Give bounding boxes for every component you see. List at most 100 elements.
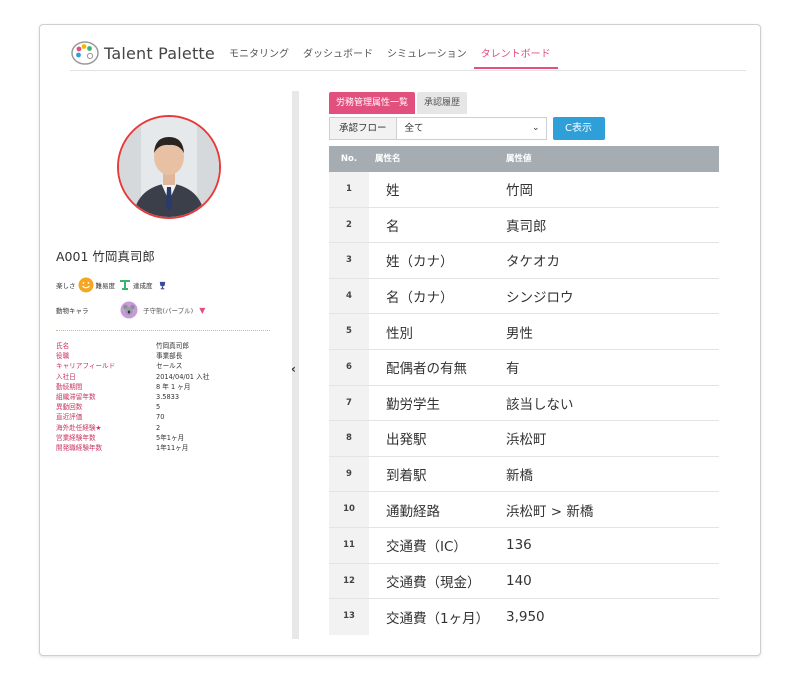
table-row: 10 通勤経路 浜松町 > 新橋 <box>329 492 719 528</box>
row-value: 竹岡 <box>506 183 533 200</box>
row-value: 新橋 <box>506 468 533 485</box>
row-value: 浜松町 <box>506 432 547 449</box>
row-name: 通勤経路 <box>386 503 440 520</box>
row-value: 3,950 <box>506 608 545 625</box>
info-key: 直近評価 <box>56 413 83 422</box>
avatar <box>117 115 221 219</box>
row-no: 3 <box>329 243 369 278</box>
info-row: 海外赴任経験★ 2 <box>56 423 276 433</box>
header-value: 属性値 <box>506 154 532 164</box>
attribute-panel: 労務管理属性一覧 承認履歴 承認フロー 全て ⌄ C表示 No. 属性名 属性値… <box>329 92 721 635</box>
info-value: 2014/04/01 入社 <box>156 372 210 381</box>
row-no: 9 <box>329 456 369 492</box>
row-value: タケオカ <box>506 254 560 271</box>
info-value: 1年11ヶ月 <box>156 443 189 452</box>
row-value: 真司郎 <box>506 218 547 235</box>
info-key: キャリアフィールド <box>56 362 116 371</box>
table-row: 13 交通費（1ヶ月） 3,950 <box>329 599 719 635</box>
profile-info-list: 氏名 竹岡真司郎 役職 事業部長 キャリアフィールド セールス 入社日 2014/04/… <box>56 341 276 453</box>
person-photo-icon <box>119 117 219 217</box>
info-row: キャリアフィールド セールス <box>56 361 276 371</box>
row-no: 4 <box>329 278 369 314</box>
table-row: 12 交通費（現金） 140 <box>329 563 719 600</box>
info-key: 営業経験年数 <box>56 433 96 442</box>
approval-filter: 承認フロー 全て ⌄ C表示 <box>329 117 721 140</box>
info-row: 役職 事業部長 <box>56 351 276 361</box>
attribute-table: No. 属性名 属性値 1 姓 竹岡 2 名 真司郎 3 姓（カナ） タケオカ 4 名（カナ）… <box>329 146 719 635</box>
info-key: 役職 <box>56 352 70 361</box>
info-value: 3.5833 <box>156 392 180 401</box>
filter-label: 承認フロー <box>329 117 397 140</box>
header-no: No. <box>340 154 358 164</box>
row-name: 交通費（現金） <box>386 574 481 591</box>
row-value: 有 <box>506 361 520 378</box>
row-name: 勤労学生 <box>386 396 440 413</box>
info-key: 組織滞留年数 <box>56 392 96 401</box>
info-value: 5年1ヶ月 <box>156 433 185 442</box>
row-name: 名 <box>386 218 400 235</box>
row-no: 1 <box>329 172 369 207</box>
row-value: 該当しない <box>506 396 574 413</box>
nav-talent-board[interactable]: タレントボード <box>473 45 558 69</box>
info-key: 勤続期間 <box>56 382 83 391</box>
logo[interactable]: Talent Palette <box>70 39 215 67</box>
info-value: セールス <box>156 362 183 371</box>
row-no: 13 <box>329 599 369 635</box>
row-name: 配偶者の有無 <box>386 361 467 378</box>
info-value: 70 <box>156 413 165 422</box>
info-row: 氏名 竹岡真司郎 <box>56 341 276 351</box>
difficulty-label: 難易度 <box>95 282 116 290</box>
tab-attribute-list[interactable]: 労務管理属性一覧 <box>329 92 416 114</box>
koala-icon <box>120 301 138 319</box>
row-no: 8 <box>329 421 369 456</box>
info-row: 営業経験年数 5年1ヶ月 <box>56 433 276 443</box>
main-nav: モニタリング ダッシュボード シミュレーション タレントボード <box>222 45 558 69</box>
row-no: 11 <box>329 527 369 563</box>
row-value: 140 <box>506 572 532 589</box>
tab-approval-history[interactable]: 承認履歴 <box>417 92 468 114</box>
app-window: Talent Palette モニタリング ダッシュボード シミュレーション タ… <box>39 24 761 656</box>
table-row: 9 到着駅 新橋 <box>329 456 719 493</box>
table-row: 2 名 真司郎 <box>329 207 719 244</box>
info-row: 入社日 2014/04/01 入社 <box>56 372 276 382</box>
info-key: 入社日 <box>56 372 76 381</box>
info-row: 直近評価 70 <box>56 412 276 422</box>
info-row: 開発職経験年数 1年11ヶ月 <box>56 443 276 453</box>
nav-simulation[interactable]: シミュレーション <box>380 45 474 69</box>
info-key: 異動回数 <box>56 403 83 412</box>
mood-indicators: 楽しさ 難易度 達成度 <box>56 277 167 293</box>
approval-flow-select[interactable]: 全て ⌄ <box>396 117 547 140</box>
info-value: 5 <box>156 403 161 412</box>
row-no: 5 <box>329 314 369 349</box>
header-name: 属性名 <box>375 154 401 164</box>
info-value: 竹岡真司郎 <box>156 342 189 350</box>
collapse-chevron-icon[interactable]: ‹ <box>291 362 296 376</box>
trophy-icon <box>159 281 165 289</box>
info-key: 開発職経験年数 <box>56 443 103 452</box>
logo-text: Talent Palette <box>104 43 215 63</box>
section-divider <box>56 330 270 331</box>
chevron-down-icon: ⌄ <box>531 123 540 133</box>
table-header: No. 属性名 属性値 <box>329 146 719 172</box>
employee-name: A001 竹岡真司郎 <box>56 249 155 264</box>
select-value: 全て <box>404 123 424 134</box>
info-key: 氏名 <box>56 342 70 350</box>
table-row: 3 姓（カナ） タケオカ <box>329 243 719 279</box>
row-name: 交通費（IC） <box>386 539 467 556</box>
row-no: 10 <box>329 492 369 527</box>
row-no: 12 <box>329 563 369 599</box>
dumbbell-icon <box>120 280 130 290</box>
table-row: 7 勤労学生 該当しない <box>329 385 719 422</box>
row-name: 姓 <box>386 183 400 200</box>
caret-down-icon[interactable]: ▼ <box>199 306 205 315</box>
row-value: 136 <box>506 537 532 554</box>
row-name: 到着駅 <box>386 468 427 485</box>
nav-monitoring[interactable]: モニタリング <box>222 45 296 69</box>
row-value: 男性 <box>506 325 533 342</box>
show-button[interactable]: C表示 <box>552 117 605 140</box>
profile-panel: A001 竹岡真司郎 楽しさ 難易度 達成度 動物キャラ 子守熊(パープル) ▼… <box>40 89 292 655</box>
info-value: 事業部長 <box>156 352 183 361</box>
table-row: 6 配偶者の有無 有 <box>329 349 719 386</box>
top-header: Talent Palette モニタリング ダッシュボード シミュレーション タ… <box>70 39 746 71</box>
nav-dashboard[interactable]: ダッシュボード <box>296 45 380 69</box>
